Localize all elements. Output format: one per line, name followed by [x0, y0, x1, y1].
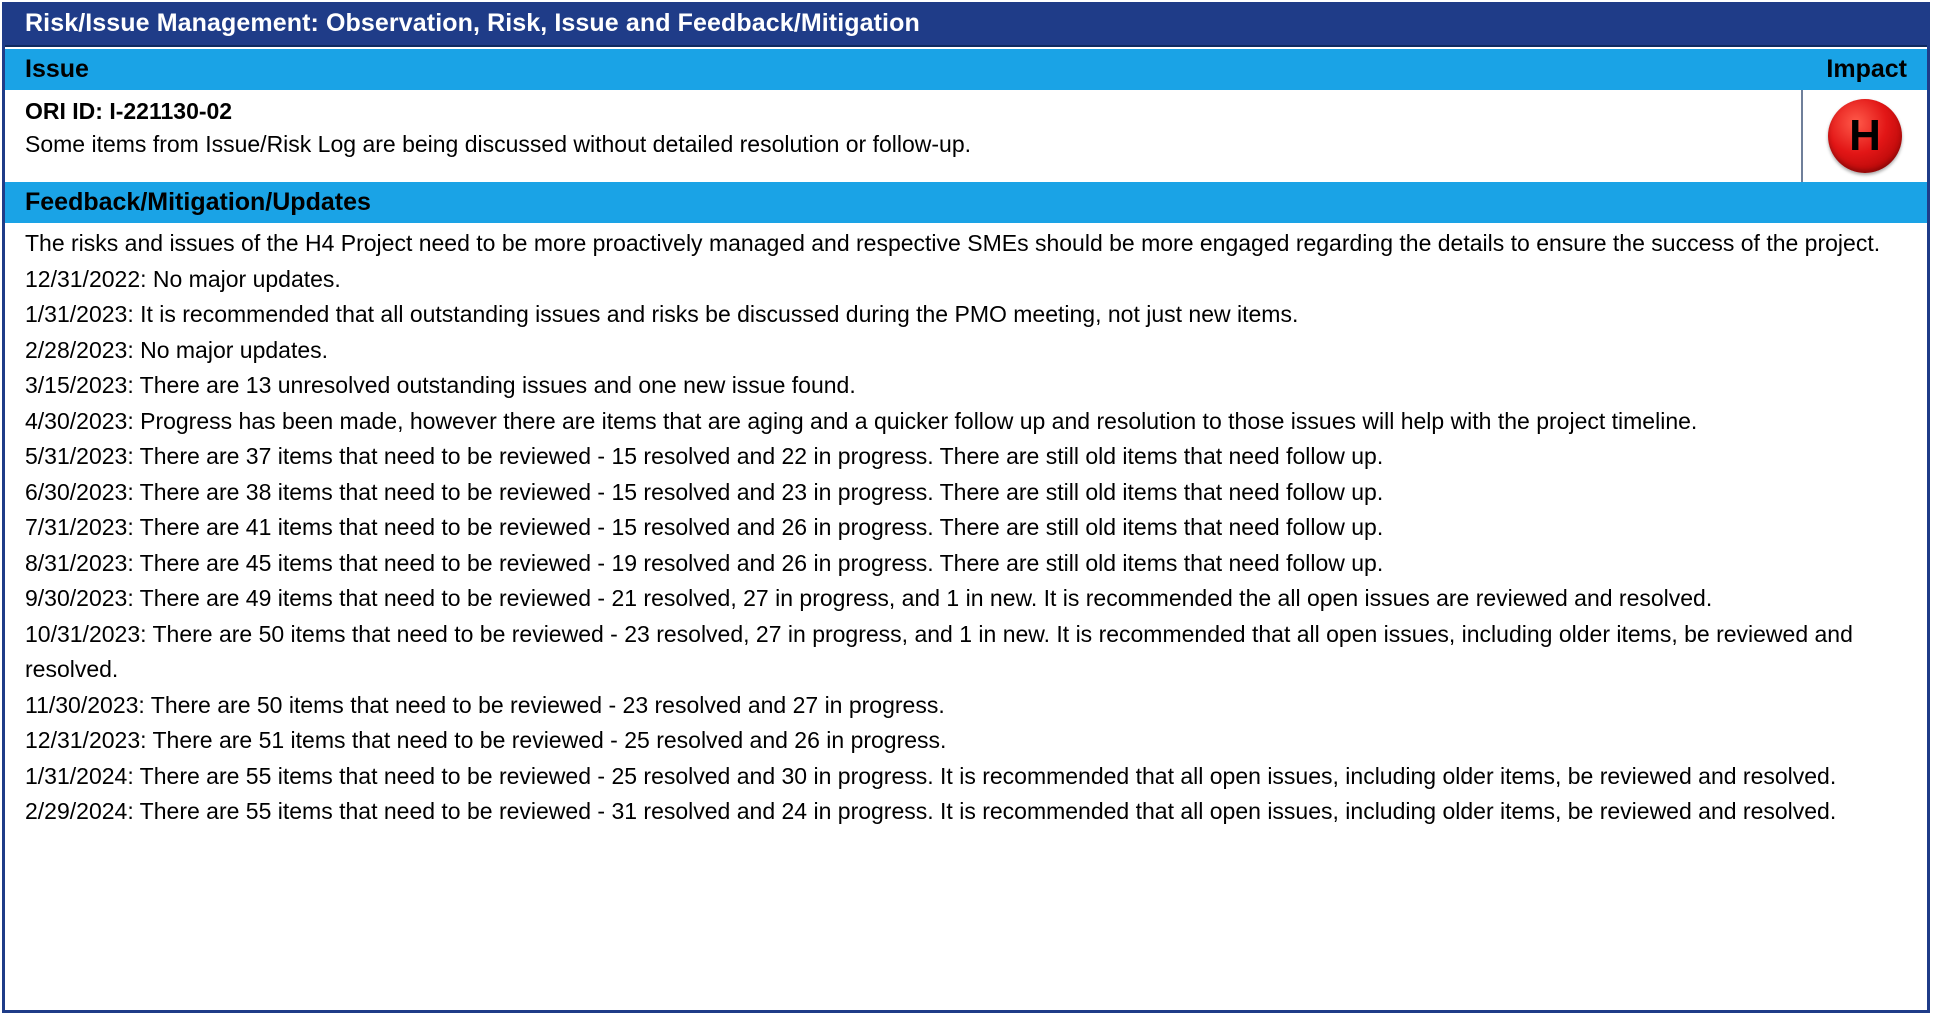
- impact-letter: H: [1849, 111, 1881, 160]
- update-item: 12/31/2022: No major updates.: [25, 265, 341, 292]
- feedback-body: The risks and issues of the H4 Project n…: [5, 223, 1927, 830]
- update-item: 1/31/2023: It is recommended that all ou…: [25, 301, 1299, 327]
- feedback-header: Feedback/Mitigation/Updates: [5, 182, 1927, 223]
- update-item: 2/28/2023: No major updates.: [25, 336, 329, 363]
- update-item: 5/31/2023: There are 37 items that need …: [25, 443, 1384, 469]
- update-item: 12/31/2023: There are 51 items that need…: [25, 727, 947, 753]
- issue-details: ORI ID: I-221130-02 Some items from Issu…: [5, 90, 1801, 182]
- feedback-header-label: Feedback/Mitigation/Updates: [25, 188, 371, 216]
- update-item: 7/31/2023: There are 41 items that need …: [25, 514, 1384, 540]
- ori-id: ORI ID: I-221130-02: [25, 98, 233, 124]
- update-item: 4/30/2023: Progress has been made, howev…: [25, 407, 1698, 434]
- risk-issue-panel: Risk/Issue Management: Observation, Risk…: [2, 2, 1930, 1013]
- impact-cell: H: [1801, 90, 1927, 182]
- update-item: 11/30/2023: There are 50 items that need…: [25, 691, 945, 718]
- update-item: 9/30/2023: There are 49 items that need …: [25, 585, 1713, 611]
- impact-high-icon: H: [1828, 99, 1902, 173]
- update-item: 2/29/2024: There are 55 items that need …: [25, 798, 1837, 824]
- page-title: Risk/Issue Management: Observation, Risk…: [25, 9, 920, 37]
- update-item: 6/30/2023: There are 38 items that need …: [25, 478, 1384, 505]
- update-item: 1/31/2024: There are 55 items that need …: [25, 762, 1837, 789]
- impact-header-label: Impact: [1826, 55, 1907, 83]
- update-item: 10/31/2023: There are 50 items that need…: [25, 620, 1853, 683]
- update-item: 3/15/2023: There are 13 unresolved outst…: [25, 372, 856, 398]
- issue-header: Issue Impact: [5, 49, 1927, 90]
- feedback-intro: The risks and issues of the H4 Project n…: [25, 230, 1881, 256]
- issue-description: Some items from Issue/Risk Log are being…: [25, 131, 972, 157]
- update-item: 8/31/2023: There are 45 items that need …: [25, 549, 1384, 576]
- issue-header-label: Issue: [25, 55, 89, 83]
- title-bar: Risk/Issue Management: Observation, Risk…: [5, 2, 1927, 47]
- issue-row: ORI ID: I-221130-02 Some items from Issu…: [5, 90, 1927, 182]
